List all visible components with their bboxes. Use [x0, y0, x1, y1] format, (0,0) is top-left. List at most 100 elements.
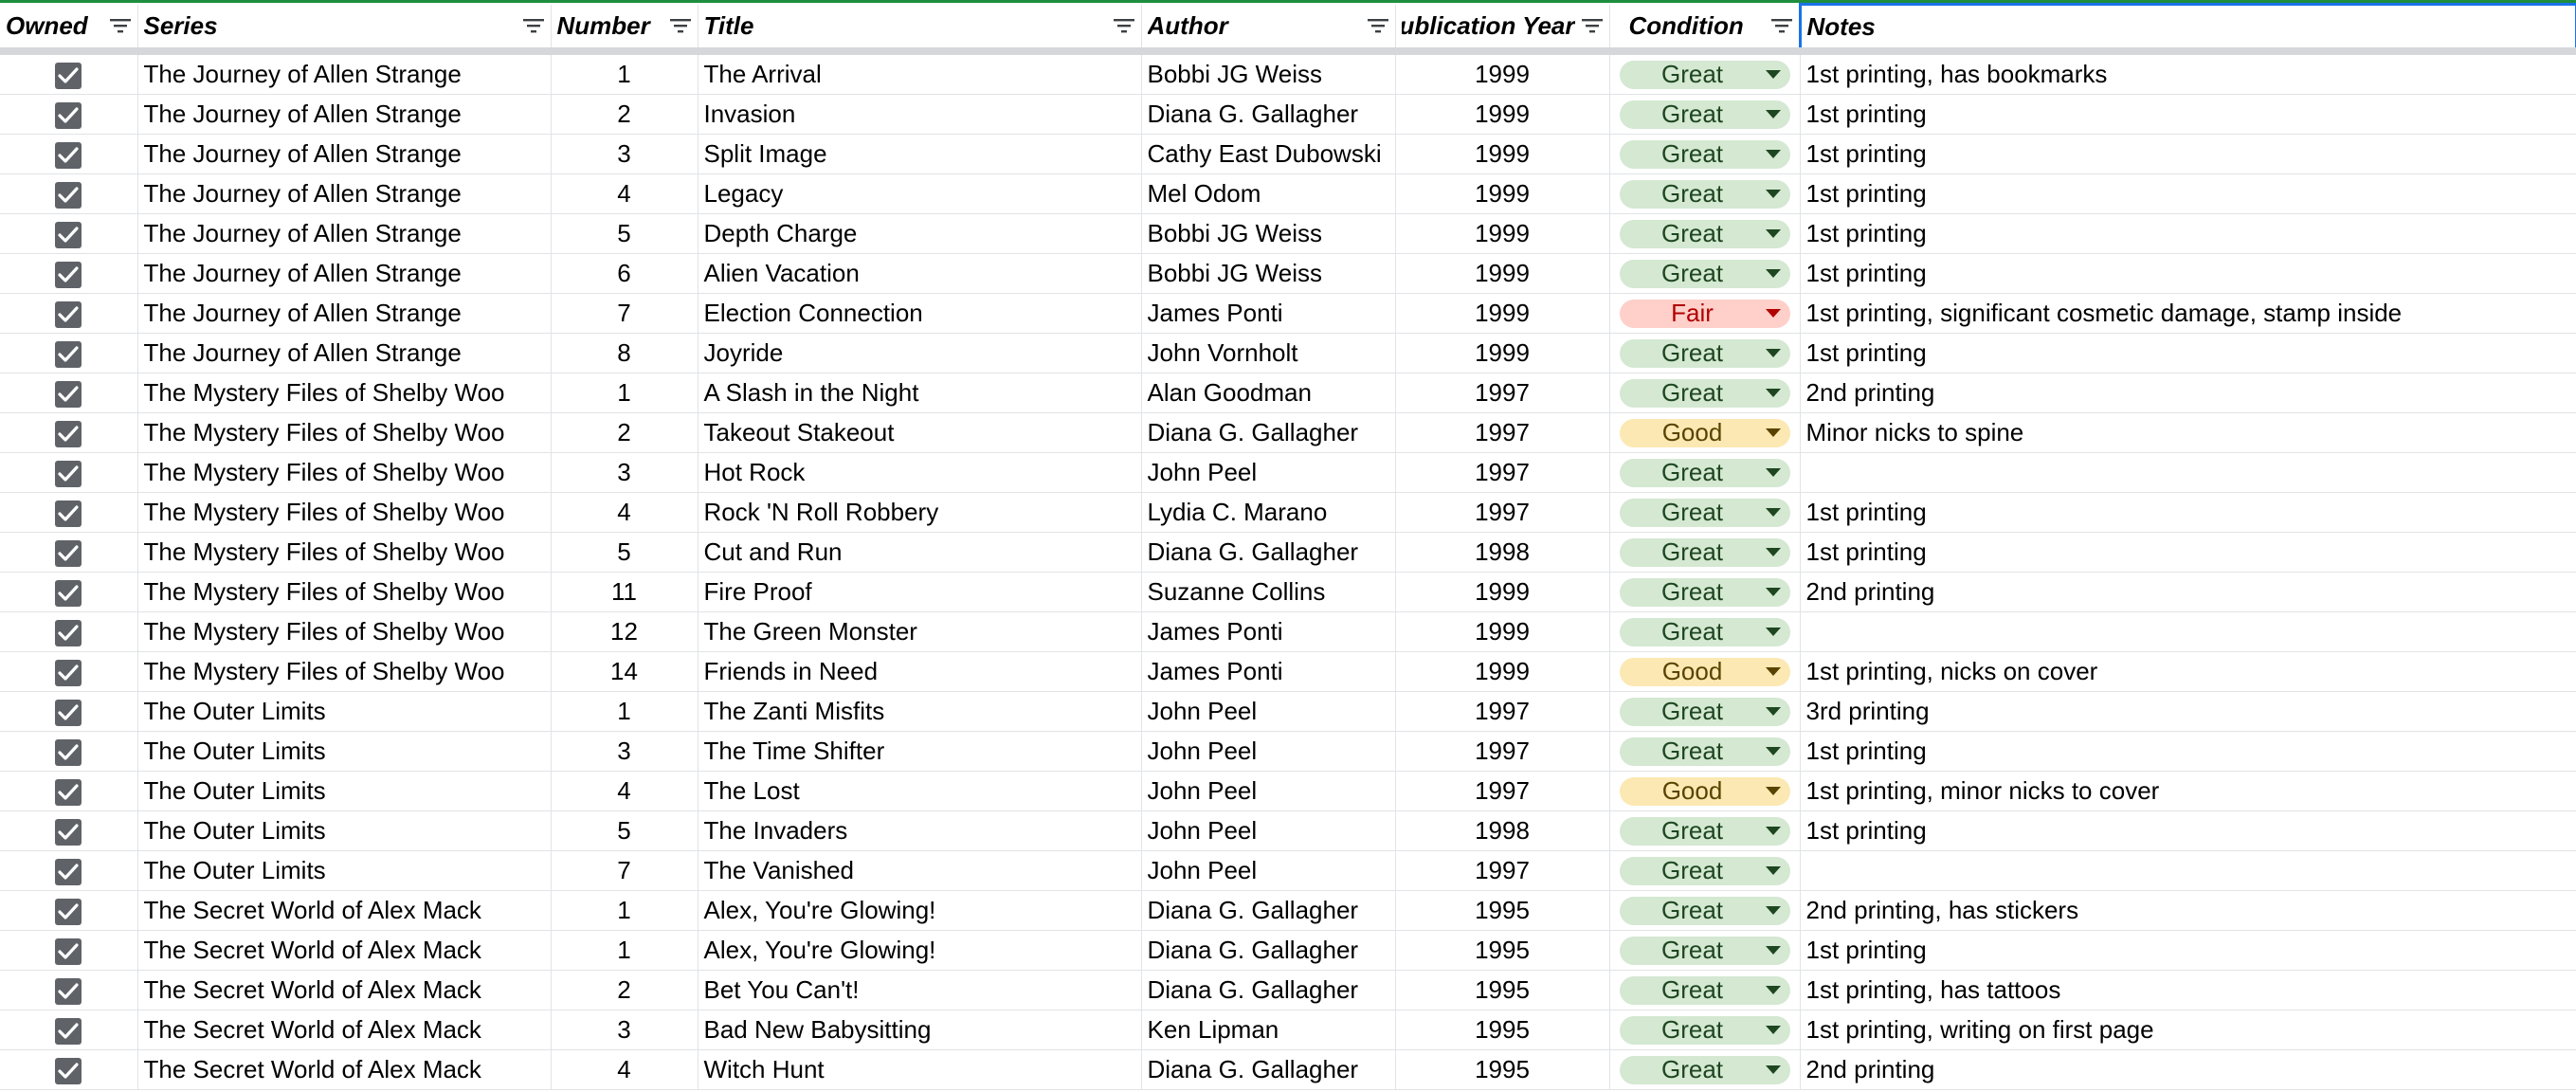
notes-cell[interactable]: 1st printing, nicks on cover — [1800, 651, 2576, 692]
series-cell[interactable]: The Journey of Allen Strange — [137, 94, 552, 135]
filter-icon[interactable] — [1581, 17, 1604, 34]
table-row[interactable]: The Mystery Files of Shelby Woo 14 Friends… — [0, 651, 2576, 692]
checked-checkbox-icon[interactable] — [55, 660, 82, 687]
publication-year-cell[interactable]: 1995 — [1395, 970, 1610, 1010]
publication-year-cell[interactable]: 1999 — [1395, 333, 1610, 373]
series-cell[interactable]: The Journey of Allen Strange — [137, 293, 552, 334]
owned-cell[interactable] — [0, 213, 138, 254]
publication-year-cell[interactable]: 1997 — [1395, 492, 1610, 533]
number-cell[interactable]: 5 — [551, 213, 698, 254]
title-cell[interactable]: The Time Shifter — [698, 731, 1142, 772]
column-header-notes[interactable]: Notes — [1798, 3, 2576, 55]
column-header-owned[interactable]: Owned — [0, 4, 138, 55]
checked-checkbox-icon[interactable] — [55, 461, 82, 488]
title-cell[interactable]: Friends in Need — [698, 651, 1142, 692]
notes-cell[interactable]: 1st printing — [1800, 173, 2576, 214]
author-cell[interactable]: Cathy East Dubowski — [1141, 134, 1396, 174]
author-cell[interactable]: Diana G. Gallagher — [1141, 890, 1396, 931]
owned-cell[interactable] — [0, 412, 138, 453]
owned-cell[interactable] — [0, 452, 138, 493]
series-cell[interactable]: The Mystery Files of Shelby Woo — [137, 572, 552, 612]
column-header-publication-year[interactable]: Publication Year — [1395, 4, 1610, 55]
condition-cell[interactable]: Great — [1609, 492, 1801, 533]
dropdown-arrow-icon[interactable] — [1765, 190, 1781, 198]
condition-cell[interactable]: Great — [1609, 930, 1801, 971]
owned-cell[interactable] — [0, 373, 138, 413]
publication-year-cell[interactable]: 1999 — [1395, 572, 1610, 612]
title-cell[interactable]: Invasion — [698, 94, 1142, 135]
dropdown-arrow-icon[interactable] — [1765, 349, 1781, 357]
notes-cell[interactable]: 1st printing, minor nicks to cover — [1800, 771, 2576, 811]
author-cell[interactable]: John Peel — [1141, 452, 1396, 493]
publication-year-cell[interactable]: 1999 — [1395, 51, 1610, 95]
dropdown-arrow-icon[interactable] — [1765, 628, 1781, 636]
table-row[interactable]: The Mystery Files of Shelby Woo 5 Cut and … — [0, 532, 2576, 573]
number-cell[interactable]: 7 — [551, 293, 698, 334]
table-row[interactable]: The Journey of Allen Strange 6 Alien Vacat… — [0, 253, 2576, 294]
notes-cell[interactable] — [1800, 452, 2576, 493]
title-cell[interactable]: Hot Rock — [698, 452, 1142, 493]
publication-year-cell[interactable]: 1998 — [1395, 810, 1610, 851]
number-cell[interactable]: 14 — [551, 651, 698, 692]
condition-dropdown-chip[interactable]: Great — [1619, 1015, 1790, 1045]
table-row[interactable]: The Outer Limits 7 The Vanished John Peel 19… — [0, 850, 2576, 891]
condition-cell[interactable]: Great — [1609, 532, 1801, 573]
title-cell[interactable]: Legacy — [698, 173, 1142, 214]
condition-cell[interactable]: Great — [1609, 94, 1801, 135]
owned-cell[interactable] — [0, 572, 138, 612]
notes-cell[interactable]: 2nd printing, has stickers — [1800, 890, 2576, 931]
checked-checkbox-icon[interactable] — [55, 779, 82, 807]
condition-dropdown-chip[interactable]: Great — [1619, 896, 1790, 925]
checked-checkbox-icon[interactable] — [55, 580, 82, 608]
author-cell[interactable]: Bobbi JG Weiss — [1141, 213, 1396, 254]
number-cell[interactable]: 4 — [551, 173, 698, 214]
publication-year-cell[interactable]: 1995 — [1395, 930, 1610, 971]
notes-cell[interactable]: 2nd printing — [1800, 373, 2576, 413]
title-cell[interactable]: The Lost — [698, 771, 1142, 811]
condition-cell[interactable]: Great — [1609, 850, 1801, 891]
dropdown-arrow-icon[interactable] — [1765, 428, 1781, 437]
series-cell[interactable]: The Mystery Files of Shelby Woo — [137, 452, 552, 493]
condition-dropdown-chip[interactable]: Great — [1619, 139, 1790, 169]
author-cell[interactable]: Diana G. Gallagher — [1141, 970, 1396, 1010]
owned-cell[interactable] — [0, 651, 138, 692]
condition-cell[interactable]: Great — [1609, 253, 1801, 294]
owned-cell[interactable] — [0, 611, 138, 652]
table-row[interactable]: The Outer Limits 5 The Invaders John Peel 19… — [0, 810, 2576, 851]
owned-cell[interactable] — [0, 492, 138, 533]
notes-cell[interactable]: 1st printing — [1800, 532, 2576, 573]
notes-cell[interactable]: 1st printing — [1800, 253, 2576, 294]
condition-dropdown-chip[interactable]: Good — [1619, 776, 1790, 806]
condition-dropdown-chip[interactable]: Great — [1619, 378, 1790, 408]
author-cell[interactable]: Suzanne Collins — [1141, 572, 1396, 612]
series-cell[interactable]: The Secret World of Alex Mack — [137, 1010, 552, 1050]
dropdown-arrow-icon[interactable] — [1765, 309, 1781, 318]
condition-cell[interactable]: Great — [1609, 572, 1801, 612]
publication-year-cell[interactable]: 1999 — [1395, 611, 1610, 652]
checked-checkbox-icon[interactable] — [55, 421, 82, 448]
notes-cell[interactable]: 3rd printing — [1800, 691, 2576, 732]
publication-year-cell[interactable]: 1999 — [1395, 134, 1610, 174]
condition-dropdown-chip[interactable]: Good — [1619, 657, 1790, 686]
table-row[interactable]: The Journey of Allen Strange 2 Invasion Dia… — [0, 94, 2576, 135]
publication-year-cell[interactable]: 1997 — [1395, 731, 1610, 772]
number-cell[interactable]: 3 — [551, 1010, 698, 1050]
dropdown-arrow-icon[interactable] — [1765, 229, 1781, 238]
condition-dropdown-chip[interactable]: Great — [1619, 498, 1790, 527]
series-cell[interactable]: The Journey of Allen Strange — [137, 213, 552, 254]
table-row[interactable]: The Secret World of Alex Mack 4 Witch Hunt… — [0, 1049, 2576, 1090]
number-cell[interactable]: 6 — [551, 253, 698, 294]
number-cell[interactable]: 2 — [551, 970, 698, 1010]
dropdown-arrow-icon[interactable] — [1765, 1065, 1781, 1074]
series-cell[interactable]: The Journey of Allen Strange — [137, 173, 552, 214]
condition-cell[interactable]: Great — [1609, 173, 1801, 214]
owned-cell[interactable] — [0, 173, 138, 214]
number-cell[interactable]: 11 — [551, 572, 698, 612]
author-cell[interactable]: Mel Odom — [1141, 173, 1396, 214]
dropdown-arrow-icon[interactable] — [1765, 468, 1781, 477]
author-cell[interactable]: John Peel — [1141, 850, 1396, 891]
checked-checkbox-icon[interactable] — [55, 938, 82, 966]
dropdown-arrow-icon[interactable] — [1765, 548, 1781, 556]
series-cell[interactable]: The Mystery Files of Shelby Woo — [137, 373, 552, 413]
number-cell[interactable]: 3 — [551, 452, 698, 493]
